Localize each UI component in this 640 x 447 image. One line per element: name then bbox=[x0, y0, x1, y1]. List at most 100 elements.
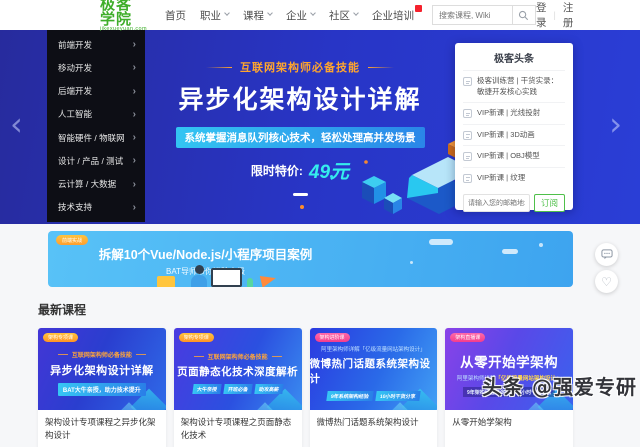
thumb-tag: 开班必备 bbox=[223, 384, 252, 394]
new-badge bbox=[415, 5, 422, 12]
thumb-tagline: BAT大牛亲授，助力技术提升 bbox=[58, 383, 146, 396]
headline-item[interactable]: VIP新课 | 光线投射 bbox=[463, 102, 565, 124]
course-title: 架构设计专项课程之页面静态化技术 bbox=[181, 416, 295, 442]
logo-title: 极客学院 bbox=[100, 0, 147, 27]
headlines-panel: 极客头条 极客训练营 | 干货实录：敏捷开发核心实践 VIP新课 | 光线投射 … bbox=[455, 43, 573, 210]
headline-item[interactable]: 极客训练营 | 干货实录：敏捷开发核心实践 bbox=[463, 70, 565, 102]
course-thumbnail: 架构专项课 互联网架构师必备技能 页面静态化技术深度解析 大牛亲授 开班必备 助… bbox=[174, 328, 302, 410]
article-icon bbox=[463, 152, 472, 161]
auth-divider: | bbox=[553, 10, 555, 20]
course-title: 架构设计专项课程之异步化架构设计 bbox=[45, 416, 159, 442]
nav-item-career[interactable]: 职业 bbox=[200, 8, 229, 23]
search-button[interactable] bbox=[512, 5, 536, 25]
chevron-right-icon: › bbox=[133, 132, 136, 143]
login-link[interactable]: 登录 bbox=[536, 0, 547, 30]
promo-banner[interactable]: 前端实战 拆解10个Vue/Node.js/小程序项目案例 BAT导师带你进阶中… bbox=[48, 231, 573, 287]
watermark: 头条 @强爱专研 bbox=[482, 371, 637, 400]
register-link[interactable]: 注册 bbox=[563, 0, 574, 30]
like-button[interactable]: ♡ bbox=[595, 270, 618, 293]
search-icon bbox=[518, 10, 529, 21]
logo-subtitle: jikexueyuan.com bbox=[100, 27, 147, 33]
caret-down-icon bbox=[267, 10, 273, 16]
price-label: 限时特价: bbox=[251, 162, 303, 179]
course-card[interactable]: 架构进阶课 阿里架构师详解「亿级流量网站架构设计」 微博热门话题系统架构设计 9… bbox=[310, 328, 438, 447]
subscribe-row: 订阅 bbox=[455, 188, 573, 220]
headline-item[interactable]: VIP新课 | 纹理 bbox=[463, 167, 565, 189]
chevron-right-icon: › bbox=[133, 109, 136, 120]
headlines-list: 极客训练营 | 干货实录：敏捷开发核心实践 VIP新课 | 光线投射 VIP新课… bbox=[455, 70, 573, 188]
megaphone-icon bbox=[260, 272, 277, 287]
nav-item-enterprise[interactable]: 企业 bbox=[286, 8, 315, 23]
cloud-icon bbox=[429, 239, 453, 245]
headline-item[interactable]: VIP新课 | 3D动画 bbox=[463, 124, 565, 146]
sidebar-item-mobile-dev[interactable]: 移动开发› bbox=[47, 56, 145, 79]
hero-title: 异步化架构设计详解 bbox=[145, 80, 455, 116]
sidebar-item-iot-hardware[interactable]: 智能硬件 / 物联网› bbox=[47, 126, 145, 149]
thumb-title: 页面静态化技术深度解析 bbox=[177, 364, 298, 379]
sidebar-item-backend-dev[interactable]: 后端开发› bbox=[47, 80, 145, 103]
thumb-title: 异步化架构设计详解 bbox=[50, 362, 154, 378]
subscribe-button[interactable]: 订阅 bbox=[534, 194, 565, 212]
thumb-tag: 大牛亲授 bbox=[192, 384, 221, 394]
article-icon bbox=[463, 174, 472, 183]
thumb-badge: 架构进阶课 bbox=[315, 333, 350, 342]
page: 极客学院 jikexueyuan.com 首页 职业 课程 企业 社区 企业培训… bbox=[0, 0, 640, 447]
person-icon bbox=[195, 265, 204, 274]
chevron-right-icon: › bbox=[133, 179, 136, 190]
nav-item-enterprise-training[interactable]: 企业培训 bbox=[372, 8, 422, 23]
course-card[interactable]: 架构专项课 互联网架构师必备技能 异步化架构设计详解 BAT大牛亲授，助力技术提… bbox=[38, 328, 166, 447]
course-title: 微博热门话题系统架构设计 bbox=[317, 416, 431, 442]
chevron-right-icon: › bbox=[133, 155, 136, 166]
sidebar-item-cloud-bigdata[interactable]: 云计算 / 大数据› bbox=[47, 173, 145, 196]
caret-down-icon bbox=[310, 10, 316, 16]
nav-item-courses[interactable]: 课程 bbox=[243, 8, 272, 23]
thumb-badge: 架构专项课 bbox=[179, 333, 214, 342]
sidebar-item-tech-support[interactable]: 技术支持› bbox=[47, 196, 145, 219]
article-icon bbox=[463, 131, 472, 140]
article-icon bbox=[463, 77, 472, 86]
carousel-next-button[interactable]: › bbox=[609, 108, 622, 140]
sidebar-item-ai[interactable]: 人工智能› bbox=[47, 103, 145, 126]
sidebar-item-frontend-dev[interactable]: 前端开发› bbox=[47, 33, 145, 56]
course-thumbnail: 架构专项课 互联网架构师必备技能 异步化架构设计详解 BAT大牛亲授，助力技术提… bbox=[38, 328, 166, 410]
headline-item[interactable]: VIP新课 | OBJ模型 bbox=[463, 145, 565, 167]
thumb-tag: 10小时干货分享 bbox=[375, 391, 420, 401]
hero-banner: ‹ › 前端开发› 移动开发› 后端开发› 人工智能› 智能硬件 / 物联网› … bbox=[0, 30, 640, 224]
sidebar-item-design-product-test[interactable]: 设计 / 产品 / 测试› bbox=[47, 149, 145, 172]
thumb-kicker: 互联网架构师必备技能 bbox=[194, 352, 282, 361]
chevron-right-icon: › bbox=[133, 202, 136, 213]
folder-icon bbox=[157, 276, 175, 287]
price-value: 49元 bbox=[309, 157, 349, 184]
nav-item-home[interactable]: 首页 bbox=[165, 8, 186, 23]
thumb-title: 从零开始学架构 bbox=[460, 351, 558, 371]
slide-indicator bbox=[293, 193, 308, 196]
thumb-kicker: 阿里架构师详解「亿级流量网站架构设计」 bbox=[321, 345, 426, 353]
thumb-badge: 架构直播课 bbox=[450, 333, 485, 342]
chevron-right-icon: › bbox=[133, 39, 136, 50]
chat-bubble-icon bbox=[601, 249, 613, 260]
feedback-chat-button[interactable] bbox=[595, 243, 618, 266]
plant-icon bbox=[247, 278, 253, 287]
course-title: 从零开始学架构 bbox=[452, 416, 566, 442]
thumb-title: 微博热门话题系统架构设计 bbox=[310, 356, 438, 386]
monitor-icon bbox=[211, 268, 242, 287]
thumb-tag: 9年系统架构经验 bbox=[326, 391, 373, 401]
logo[interactable]: 极客学院 jikexueyuan.com bbox=[100, 0, 147, 33]
category-sidebar: 前端开发› 移动开发› 后端开发› 人工智能› 智能硬件 / 物联网› 设计 /… bbox=[47, 30, 145, 222]
heart-icon: ♡ bbox=[601, 276, 612, 288]
nav-item-community[interactable]: 社区 bbox=[329, 8, 358, 23]
hero-price: 限时特价: 49元 bbox=[145, 157, 455, 184]
course-thumbnail: 架构进阶课 阿里架构师详解「亿级流量网站架构设计」 微博热门话题系统架构设计 9… bbox=[310, 328, 438, 410]
course-card[interactable]: 架构专项课 互联网架构师必备技能 页面静态化技术深度解析 大牛亲授 开班必备 助… bbox=[174, 328, 302, 447]
carousel-prev-button[interactable]: ‹ bbox=[10, 108, 23, 140]
thumb-badge: 架构专项课 bbox=[43, 333, 78, 342]
hero-content[interactable]: 互联网架构师必备技能 异步化架构设计详解 系统掌握消息队列核心技术，轻松处理高并… bbox=[145, 30, 455, 222]
search-input[interactable] bbox=[432, 5, 512, 25]
top-navbar: 极客学院 jikexueyuan.com 首页 职业 课程 企业 社区 企业培训… bbox=[0, 0, 640, 30]
auth-links: 登录 | 注册 bbox=[536, 0, 573, 30]
email-input[interactable] bbox=[463, 194, 530, 212]
caret-down-icon bbox=[224, 10, 230, 16]
chevron-right-icon: › bbox=[133, 62, 136, 73]
cloud-icon bbox=[502, 249, 518, 254]
main-nav: 首页 职业 课程 企业 社区 企业培训 bbox=[165, 8, 422, 23]
